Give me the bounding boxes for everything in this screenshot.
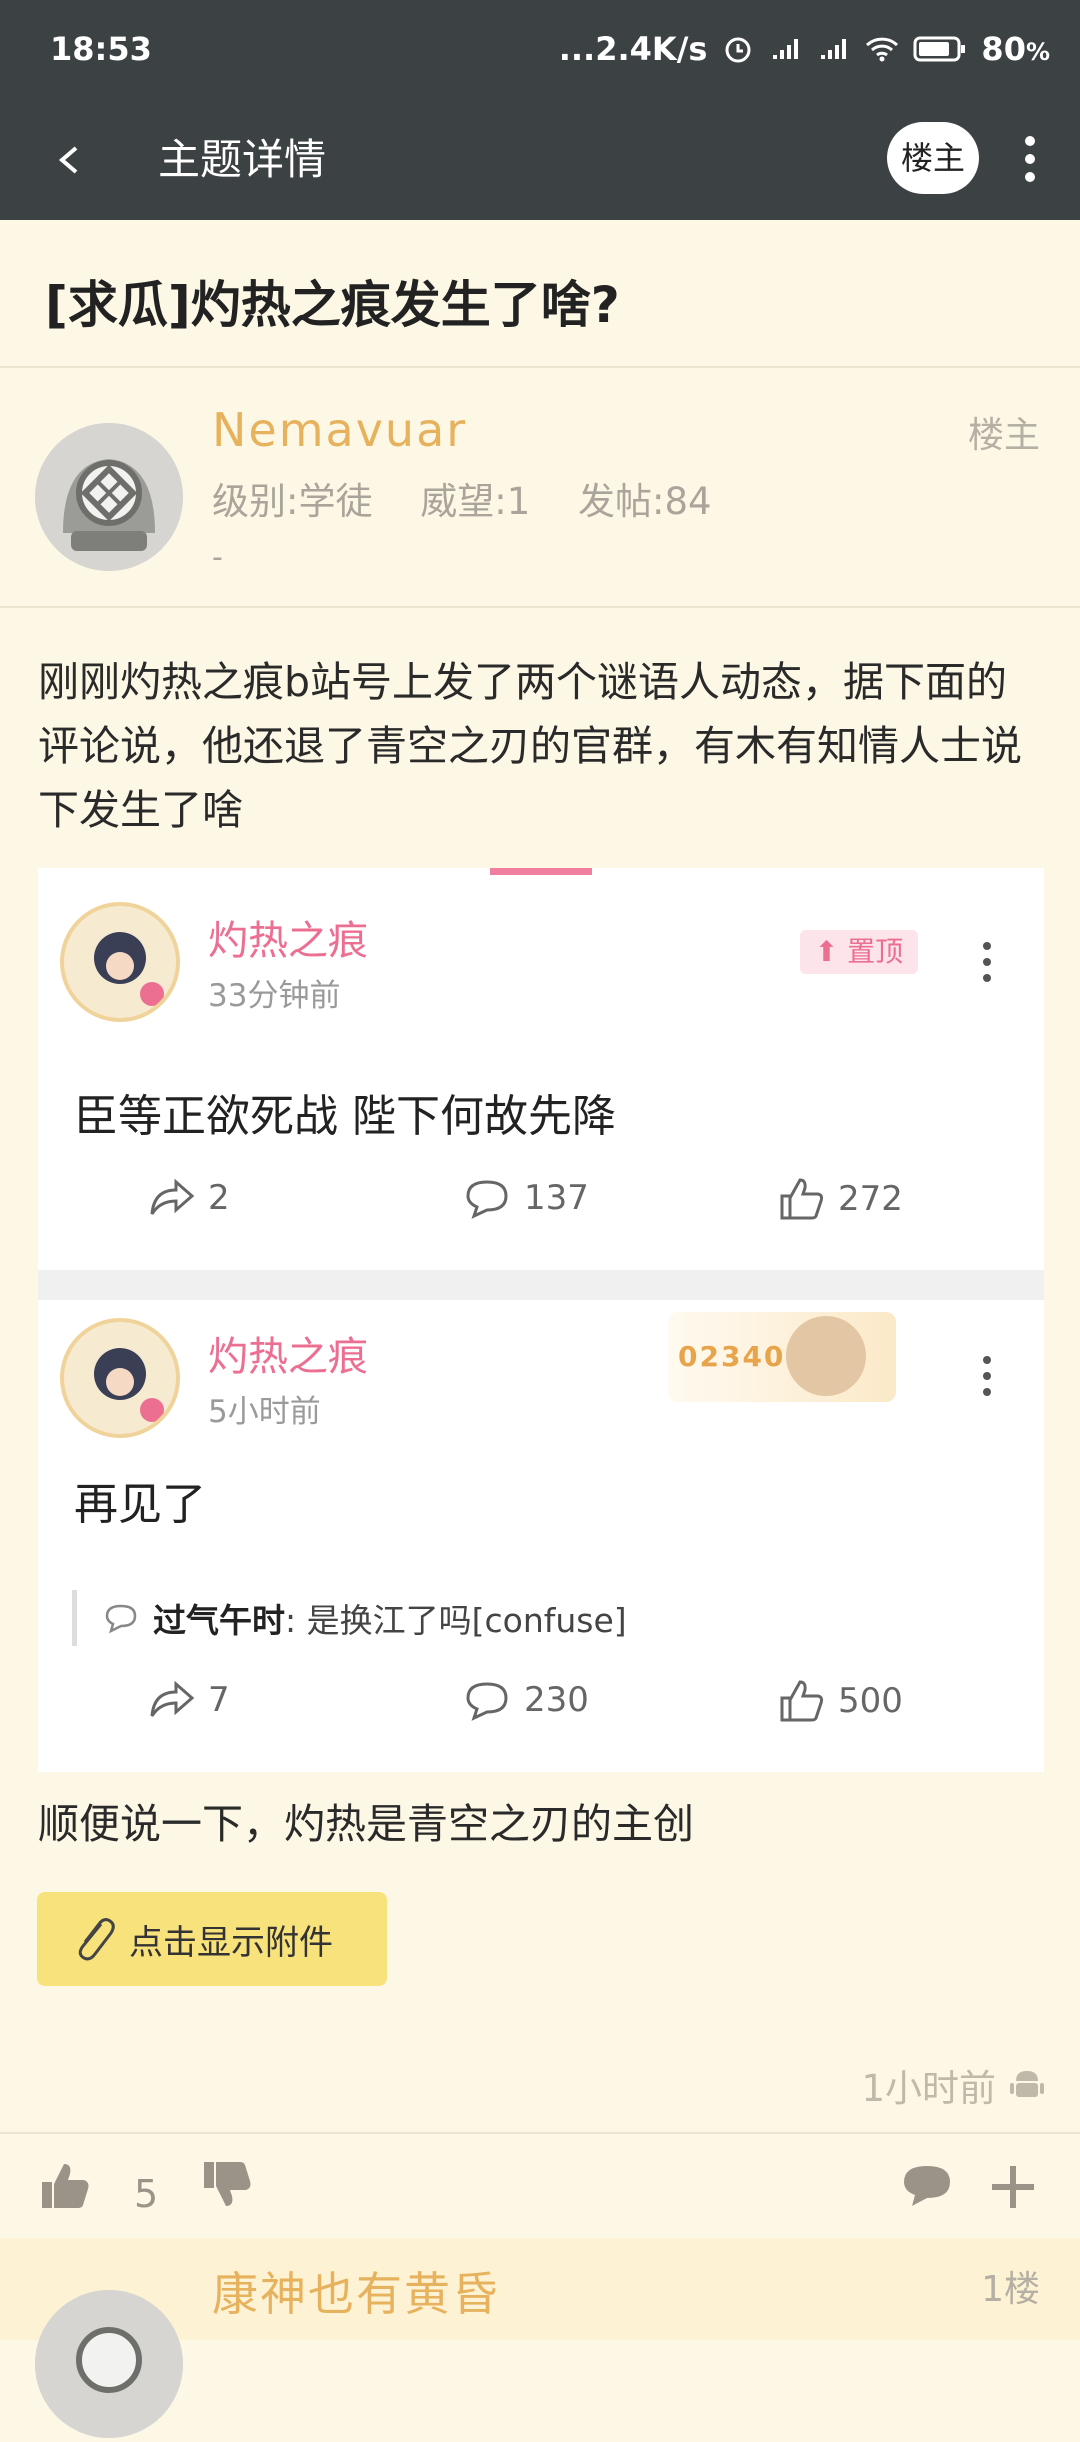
card-author-name: 灼热之痕 — [208, 1334, 368, 1380]
comment-icon — [466, 1682, 508, 1721]
wifi-icon — [866, 37, 899, 62]
plus-icon — [992, 2166, 1034, 2208]
embedded-screenshot[interactable]: 灼热之痕 33分钟前 ⬆ 置顶 臣等正欲死战 陛下何故先降 2 137 272 … — [38, 868, 1044, 1772]
comment-icon — [904, 2166, 950, 2206]
battery-level: 80% — [981, 30, 1050, 68]
quote-user: 过气午时 — [153, 1601, 285, 1640]
more-menu-button[interactable] — [1010, 130, 1050, 190]
paperclip-icon — [78, 1918, 115, 1961]
post-time: 1小时前 — [861, 2058, 1044, 2112]
attachment-label: 点击显示附件 — [129, 1922, 333, 1963]
avatar — [60, 1318, 180, 1438]
battery-icon — [913, 36, 966, 62]
thumbs-up-icon — [42, 2164, 89, 2208]
status-bar: 18:53 ...2.4K/s 80% — [0, 0, 1080, 100]
card-actions: 2 137 272 — [38, 1176, 1044, 1236]
author-signature: - — [212, 540, 223, 575]
feed-card: 灼热之痕 33分钟前 ⬆ 置顶 臣等正欲死战 陛下何故先降 2 137 272 — [38, 868, 1044, 1270]
author-name[interactable]: Nemavuar — [212, 403, 467, 457]
diving-helmet-icon — [35, 423, 183, 571]
back-arrow-icon — [58, 146, 78, 174]
status-right: ...2.4K/s 80% — [559, 30, 1050, 68]
card-more-icon — [982, 1356, 992, 1404]
share-action: 2 — [148, 1176, 230, 1220]
thumbs-up-icon — [780, 1680, 824, 1722]
avatar[interactable] — [35, 423, 183, 571]
share-action: 7 — [148, 1678, 230, 1722]
card-more-icon — [982, 942, 992, 990]
anime-avatar-icon — [64, 1322, 176, 1434]
topic-title: [求瓜]灼热之痕发生了啥? — [45, 276, 620, 334]
alarm-icon — [725, 37, 751, 63]
diving-helmet-icon — [35, 2290, 183, 2438]
comment-icon — [105, 1604, 137, 1634]
author-block: Nemavuar 级别:学徒 威望:1 发帖:84 - 楼主 — [0, 368, 1080, 608]
reply-button[interactable] — [900, 2162, 954, 2214]
dislike-button[interactable] — [202, 2158, 254, 2212]
pinned-badge: ⬆ 置顶 — [800, 930, 918, 974]
thumbs-up-icon — [780, 1178, 824, 1220]
post-action-bar: 5 — [0, 2132, 1080, 2240]
status-time: 18:53 — [50, 30, 152, 68]
pin-arrow-icon: ⬆ — [814, 935, 839, 968]
post-body: 刚刚灼热之痕b站号上发了两个谜语人动态，据下面的评论说，他还退了青空之刃的官群，… — [38, 658, 1022, 834]
like-action: 500 — [778, 1678, 903, 1724]
author-meta: 级别:学徒 威望:1 发帖:84 — [212, 471, 748, 525]
android-icon — [1010, 2071, 1044, 2097]
author-post-count: 发帖:84 — [578, 480, 712, 523]
add-button[interactable] — [988, 2162, 1038, 2216]
topic-header: [求瓜]灼热之痕发生了啥? — [0, 220, 1080, 368]
show-attachment-button[interactable]: 点击显示附件 — [37, 1892, 387, 1986]
post-note: 顺便说一下，灼热是青空之刃的主创 — [38, 1800, 694, 1848]
avatar — [60, 902, 180, 1022]
share-icon — [150, 1680, 195, 1717]
floor-number: 1楼 — [981, 2269, 1040, 2310]
card-actions: 7 230 500 — [38, 1678, 1044, 1738]
app-bar: 主题详情 楼主 — [0, 100, 1080, 220]
card-text: 再见了 — [74, 1479, 206, 1530]
comment-action: 137 — [462, 1176, 589, 1220]
badge-character-icon — [786, 1316, 866, 1396]
author-reputation: 威望:1 — [420, 480, 531, 523]
op-only-button[interactable]: 楼主 — [887, 122, 979, 194]
page-title: 主题详情 — [158, 135, 327, 184]
card-text: 臣等正欲死战 陛下何故先降 — [74, 1091, 616, 1142]
thumbs-down-icon — [204, 2162, 251, 2206]
like-button[interactable] — [40, 2162, 92, 2216]
reply-author-name[interactable]: 康神也有黄昏 — [212, 2258, 500, 2324]
card-author-name: 灼热之痕 — [208, 918, 368, 964]
feed-card: 灼热之痕 5小时前 023408 再见了 过气午时: 是换江了吗[confuse… — [38, 1300, 1044, 1772]
hd-signal-icon — [821, 39, 847, 59]
like-count: 5 — [134, 2172, 159, 2216]
comment-icon — [466, 1180, 508, 1219]
fan-badge: 023408 — [668, 1312, 896, 1402]
top-comment: 过气午时: 是换江了吗[confuse] — [72, 1590, 627, 1646]
op-tag: 楼主 — [967, 415, 1040, 456]
share-icon — [150, 1178, 195, 1215]
comment-action: 230 — [462, 1678, 589, 1722]
reply-item: 康神也有黄昏 1楼 — [0, 2238, 1080, 2438]
like-action: 272 — [778, 1176, 903, 1222]
author-level: 级别:学徒 — [212, 480, 373, 523]
card-time: 5小时前 — [208, 1394, 321, 1430]
card-time: 33分钟前 — [208, 978, 341, 1014]
back-button[interactable] — [50, 130, 110, 190]
avatar[interactable] — [35, 2290, 183, 2438]
quote-text: 是换江了吗[confuse] — [306, 1601, 627, 1640]
card-divider — [38, 1270, 1044, 1300]
signal-icon — [773, 39, 799, 59]
network-speed: ...2.4K/s — [558, 30, 708, 68]
anime-avatar-icon — [64, 906, 176, 1018]
